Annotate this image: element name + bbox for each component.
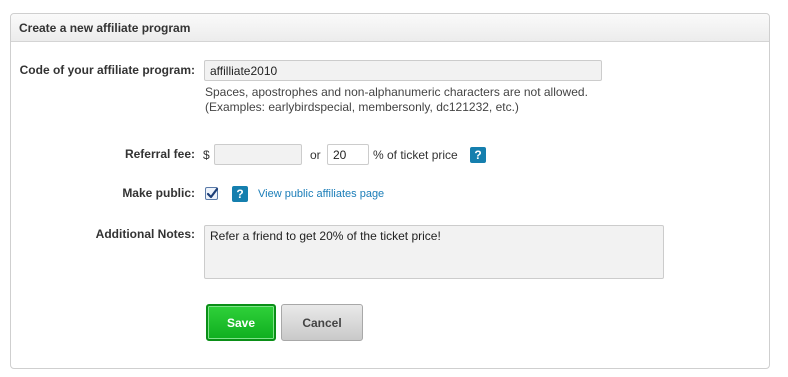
cancel-button[interactable]: Cancel: [281, 304, 363, 341]
additional-notes-label: Additional Notes:: [95, 227, 195, 241]
code-hint-line1: Spaces, apostrophes and non-alphanumeric…: [205, 85, 588, 99]
code-hint-line2: (Examples: earlybirdspecial, membersonly…: [205, 100, 519, 114]
checkmark-icon: [206, 187, 219, 199]
code-input[interactable]: [204, 60, 602, 81]
make-public-checkbox[interactable]: [205, 187, 219, 200]
save-button[interactable]: Save: [206, 304, 276, 341]
make-public-help-icon[interactable]: ?: [232, 186, 248, 202]
referral-fee-label: Referral fee:: [124, 147, 195, 161]
referral-fee-help-icon[interactable]: ?: [470, 147, 486, 163]
additional-notes-textarea[interactable]: Refer a friend to get 20% of the ticket …: [204, 225, 664, 279]
panel-title: Create a new affiliate program: [11, 14, 769, 42]
fee-percent-input[interactable]: [327, 144, 369, 165]
percent-suffix: % of ticket price: [373, 148, 458, 162]
affiliate-program-panel: Create a new affiliate program Code of y…: [10, 13, 770, 369]
view-public-affiliates-link[interactable]: View public affiliates page: [258, 188, 384, 200]
code-hint: Spaces, apostrophes and non-alphanumeric…: [205, 85, 625, 115]
fee-amount-input[interactable]: [214, 144, 302, 165]
or-text: or: [310, 148, 321, 162]
currency-symbol: $: [203, 148, 210, 162]
make-public-label: Make public:: [122, 186, 195, 200]
code-label: Code of your affiliate program:: [19, 63, 195, 77]
